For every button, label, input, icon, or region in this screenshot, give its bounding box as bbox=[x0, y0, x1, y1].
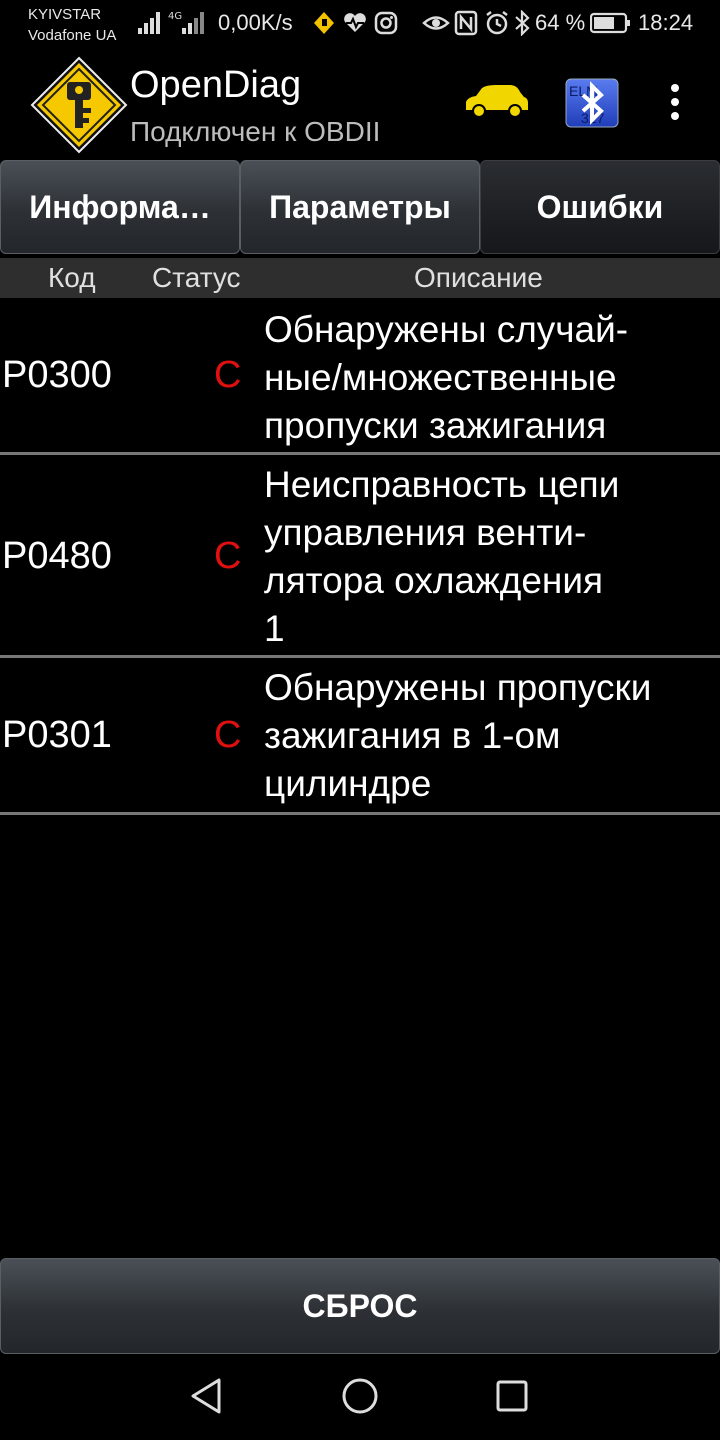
tab-errors[interactable]: Ошибки bbox=[480, 160, 720, 254]
connection-status: Подключен к OBDII bbox=[130, 116, 381, 147]
description-line: управления венти- bbox=[264, 512, 587, 553]
carrier-2: Vodafone UA bbox=[28, 27, 117, 44]
description-line: Обнаружены случай- bbox=[264, 309, 629, 350]
clock: 18:24 bbox=[638, 10, 694, 35]
instagram-icon bbox=[374, 11, 398, 35]
error-status: C bbox=[214, 354, 242, 396]
signal-4g-icon: 4G bbox=[168, 11, 204, 34]
eye-icon bbox=[422, 16, 450, 30]
table-row[interactable]: P0300 C Обнаружены случай- ные/множестве… bbox=[0, 300, 720, 455]
alarm-icon bbox=[486, 11, 508, 35]
description-line: 1 bbox=[264, 608, 285, 649]
error-status: C bbox=[214, 714, 242, 756]
app-title: OpenDiag bbox=[130, 64, 302, 106]
overflow-menu-icon[interactable] bbox=[660, 80, 690, 124]
car-icon[interactable] bbox=[462, 84, 530, 118]
header-code: Код bbox=[48, 262, 96, 293]
error-code: P0480 bbox=[2, 535, 112, 577]
nfc-icon bbox=[454, 10, 478, 36]
error-description: Обнаружены пропуски зажигания в 1-ом цил… bbox=[264, 664, 714, 808]
description-line: лятора охлаждения bbox=[264, 560, 604, 601]
table-row[interactable]: P0480 C Неисправность цепи управления ве… bbox=[0, 455, 720, 658]
battery-percentage: 64 % bbox=[535, 10, 586, 35]
tab-information[interactable]: Информа… bbox=[0, 160, 240, 254]
recents-icon[interactable] bbox=[494, 1376, 530, 1416]
description-line: Неисправность цепи bbox=[264, 464, 620, 505]
description-line: зажигания в 1-ом bbox=[264, 715, 561, 756]
description-line: ные/множественные bbox=[264, 357, 617, 398]
battery-icon bbox=[590, 12, 630, 34]
app-bar: OpenDiag Подключен к OBDII ELM 327 bbox=[0, 50, 720, 160]
header-description: Описание bbox=[414, 262, 543, 293]
error-status: C bbox=[214, 535, 242, 577]
description-line: пропуски зажигания bbox=[264, 405, 607, 446]
status-bar: KYIVSTAR Vodafone UA 4G 0,00K/s 64 % 18:… bbox=[0, 0, 720, 50]
table-row[interactable]: P0301 C Обнаружены пропуски зажигания в … bbox=[0, 658, 720, 815]
health-icon bbox=[344, 13, 366, 32]
carrier-names: KYIVSTAR Vodafone UA bbox=[28, 4, 116, 46]
network-speed: 0,00K/s bbox=[218, 10, 293, 35]
navigation-app-icon bbox=[314, 12, 334, 34]
error-code: P0300 bbox=[2, 354, 112, 396]
error-description: Обнаружены случай- ные/множественные про… bbox=[264, 306, 714, 450]
reset-button[interactable]: СБРОС bbox=[0, 1258, 720, 1354]
tab-parameters[interactable]: Параметры bbox=[240, 160, 480, 254]
svg-text:4G: 4G bbox=[168, 11, 182, 22]
back-icon[interactable] bbox=[188, 1376, 224, 1416]
bluetooth-icon bbox=[515, 10, 530, 36]
table-header: Код Статус Описание bbox=[0, 258, 720, 298]
bluetooth-elm327-icon[interactable]: ELM 327 bbox=[565, 78, 619, 128]
navigation-bar bbox=[0, 1356, 720, 1440]
tab-bar: Информа… Параметры Ошибки bbox=[0, 160, 720, 256]
description-line: Обнаружены пропуски bbox=[264, 667, 652, 708]
home-icon[interactable] bbox=[340, 1376, 380, 1416]
header-status: Статус bbox=[152, 262, 241, 293]
description-line: цилиндре bbox=[264, 763, 432, 804]
opendiag-logo-icon bbox=[30, 56, 128, 154]
signal-icon bbox=[138, 12, 160, 34]
carrier-1: KYIVSTAR bbox=[28, 6, 102, 23]
error-description: Неисправность цепи управления венти- лят… bbox=[264, 461, 714, 653]
error-code: P0301 bbox=[2, 714, 112, 756]
